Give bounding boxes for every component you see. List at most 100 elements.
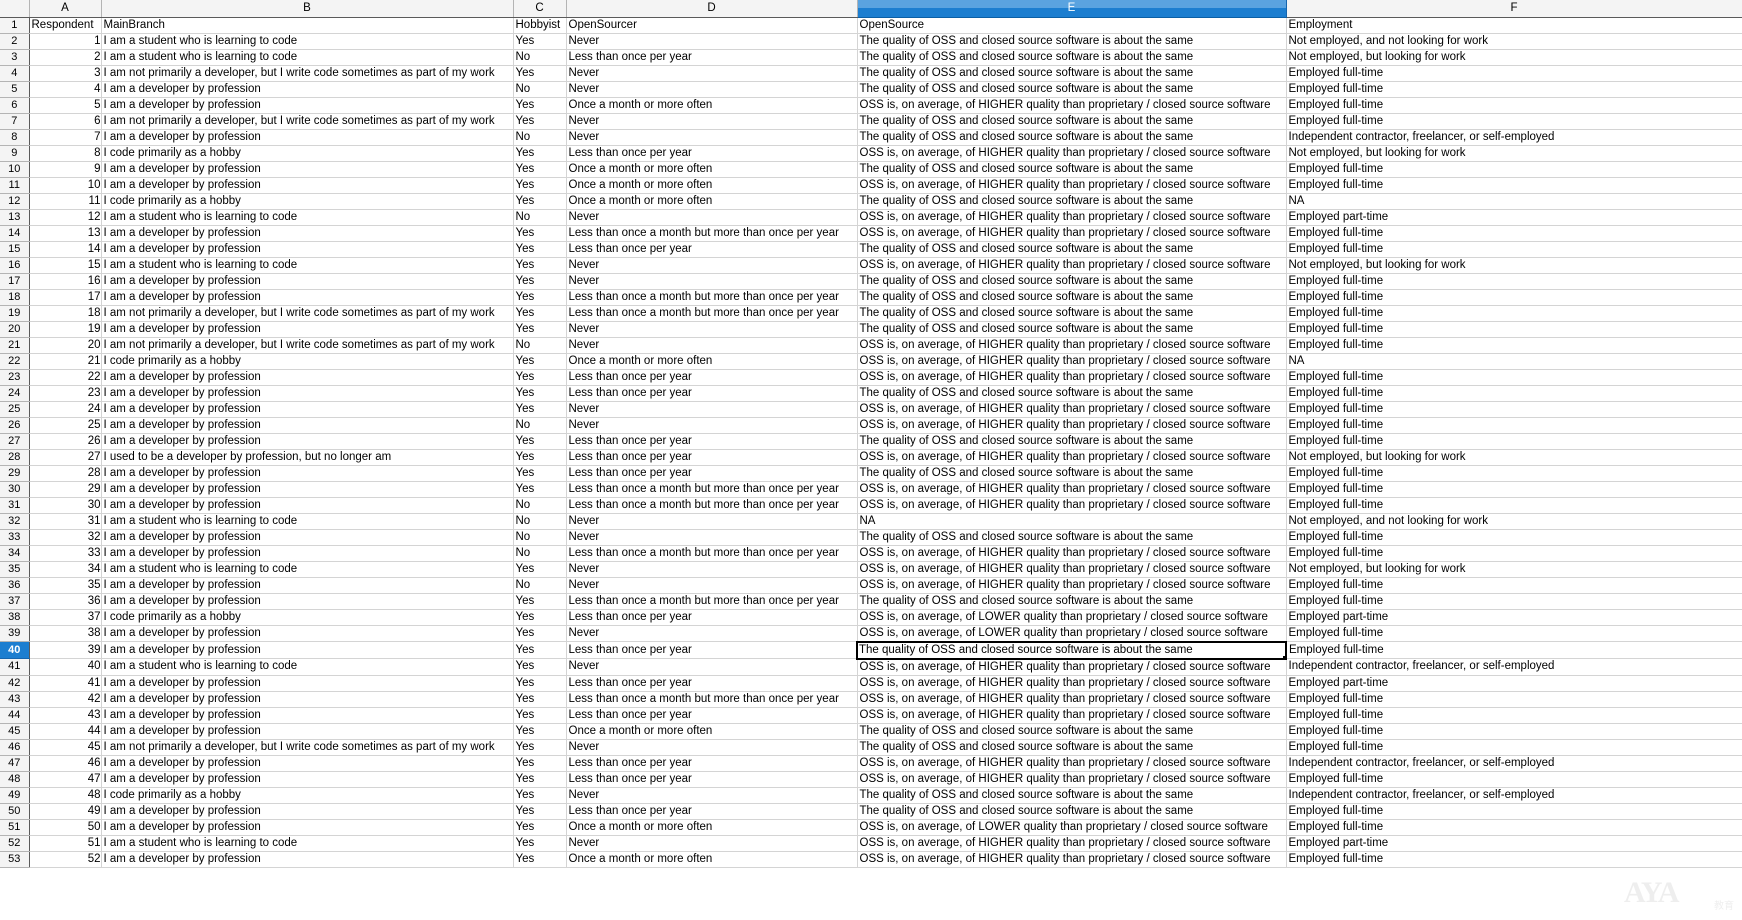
row-header-38[interactable]: 38 [0, 609, 29, 625]
cell-E44[interactable]: OSS is, on average, of HIGHER quality th… [857, 707, 1286, 723]
cell-A49[interactable]: 48 [29, 787, 101, 803]
row-header-32[interactable]: 32 [0, 513, 29, 529]
column-title-cell[interactable]: MainBranch [101, 17, 513, 33]
cell-A19[interactable]: 18 [29, 305, 101, 321]
cell-C15[interactable]: Yes [513, 241, 566, 257]
cell-A26[interactable]: 25 [29, 417, 101, 433]
cell-E12[interactable]: The quality of OSS and closed source sof… [857, 193, 1286, 209]
cell-C42[interactable]: Yes [513, 675, 566, 691]
cell-D33[interactable]: Never [566, 529, 857, 545]
row-header-35[interactable]: 35 [0, 561, 29, 577]
cell-F17[interactable]: Employed full-time [1286, 273, 1742, 289]
cell-C39[interactable]: Yes [513, 625, 566, 642]
cell-E33[interactable]: The quality of OSS and closed source sof… [857, 529, 1286, 545]
cell-A8[interactable]: 7 [29, 129, 101, 145]
cell-D31[interactable]: Less than once a month but more than onc… [566, 497, 857, 513]
row-header-20[interactable]: 20 [0, 321, 29, 337]
cell-F46[interactable]: Employed full-time [1286, 739, 1742, 755]
cell-B39[interactable]: I am a developer by profession [101, 625, 513, 642]
cell-B9[interactable]: I code primarily as a hobby [101, 145, 513, 161]
cell-D42[interactable]: Less than once per year [566, 675, 857, 691]
row-header-8[interactable]: 8 [0, 129, 29, 145]
cell-E39[interactable]: OSS is, on average, of LOWER quality tha… [857, 625, 1286, 642]
cell-D22[interactable]: Once a month or more often [566, 353, 857, 369]
cell-D24[interactable]: Less than once per year [566, 385, 857, 401]
cell-B4[interactable]: I am not primarily a developer, but I wr… [101, 65, 513, 81]
row-header-10[interactable]: 10 [0, 161, 29, 177]
cell-E11[interactable]: OSS is, on average, of HIGHER quality th… [857, 177, 1286, 193]
cell-A44[interactable]: 43 [29, 707, 101, 723]
cell-E6[interactable]: OSS is, on average, of HIGHER quality th… [857, 97, 1286, 113]
cell-E16[interactable]: OSS is, on average, of HIGHER quality th… [857, 257, 1286, 273]
cell-C41[interactable]: Yes [513, 659, 566, 676]
cell-E51[interactable]: OSS is, on average, of LOWER quality tha… [857, 819, 1286, 835]
row-header-15[interactable]: 15 [0, 241, 29, 257]
cell-E20[interactable]: The quality of OSS and closed source sof… [857, 321, 1286, 337]
cell-A31[interactable]: 30 [29, 497, 101, 513]
cell-C52[interactable]: Yes [513, 835, 566, 851]
cell-A35[interactable]: 34 [29, 561, 101, 577]
row-header-12[interactable]: 12 [0, 193, 29, 209]
cell-C21[interactable]: No [513, 337, 566, 353]
cell-B28[interactable]: I used to be a developer by profession, … [101, 449, 513, 465]
cell-D7[interactable]: Never [566, 113, 857, 129]
cell-B11[interactable]: I am a developer by profession [101, 177, 513, 193]
column-title-cell[interactable]: OpenSource [857, 17, 1286, 33]
cell-D10[interactable]: Once a month or more often [566, 161, 857, 177]
row-header-28[interactable]: 28 [0, 449, 29, 465]
cell-B7[interactable]: I am not primarily a developer, but I wr… [101, 113, 513, 129]
cell-D28[interactable]: Less than once per year [566, 449, 857, 465]
cell-F15[interactable]: Employed full-time [1286, 241, 1742, 257]
cell-D36[interactable]: Never [566, 577, 857, 593]
cell-F34[interactable]: Employed full-time [1286, 545, 1742, 561]
cell-D44[interactable]: Less than once per year [566, 707, 857, 723]
cell-A45[interactable]: 44 [29, 723, 101, 739]
cell-F3[interactable]: Not employed, but looking for work [1286, 49, 1742, 65]
cell-F10[interactable]: Employed full-time [1286, 161, 1742, 177]
cell-C45[interactable]: Yes [513, 723, 566, 739]
cell-F39[interactable]: Employed full-time [1286, 625, 1742, 642]
cell-F32[interactable]: Not employed, and not looking for work [1286, 513, 1742, 529]
row-header-29[interactable]: 29 [0, 465, 29, 481]
cell-A43[interactable]: 42 [29, 691, 101, 707]
row-header-43[interactable]: 43 [0, 691, 29, 707]
cell-A12[interactable]: 11 [29, 193, 101, 209]
cell-F24[interactable]: Employed full-time [1286, 385, 1742, 401]
row-header-11[interactable]: 11 [0, 177, 29, 193]
cell-A23[interactable]: 22 [29, 369, 101, 385]
cell-D14[interactable]: Less than once a month but more than onc… [566, 225, 857, 241]
cell-A2[interactable]: 1 [29, 33, 101, 49]
cell-A18[interactable]: 17 [29, 289, 101, 305]
cell-C53[interactable]: Yes [513, 851, 566, 867]
cell-F8[interactable]: Independent contractor, freelancer, or s… [1286, 129, 1742, 145]
cell-E13[interactable]: OSS is, on average, of HIGHER quality th… [857, 209, 1286, 225]
cell-F5[interactable]: Employed full-time [1286, 81, 1742, 97]
cell-C44[interactable]: Yes [513, 707, 566, 723]
cell-B10[interactable]: I am a developer by profession [101, 161, 513, 177]
cell-A24[interactable]: 23 [29, 385, 101, 401]
cell-A9[interactable]: 8 [29, 145, 101, 161]
cell-C49[interactable]: Yes [513, 787, 566, 803]
cell-F40[interactable]: Employed full-time [1286, 642, 1742, 659]
row-header-42[interactable]: 42 [0, 675, 29, 691]
cell-E30[interactable]: OSS is, on average, of HIGHER quality th… [857, 481, 1286, 497]
row-header-23[interactable]: 23 [0, 369, 29, 385]
cell-B32[interactable]: I am a student who is learning to code [101, 513, 513, 529]
cell-C9[interactable]: Yes [513, 145, 566, 161]
cell-B17[interactable]: I am a developer by profession [101, 273, 513, 289]
cell-C26[interactable]: No [513, 417, 566, 433]
cell-C29[interactable]: Yes [513, 465, 566, 481]
cell-C16[interactable]: Yes [513, 257, 566, 273]
cell-E47[interactable]: OSS is, on average, of HIGHER quality th… [857, 755, 1286, 771]
cell-D17[interactable]: Never [566, 273, 857, 289]
cell-F42[interactable]: Employed part-time [1286, 675, 1742, 691]
cell-B43[interactable]: I am a developer by profession [101, 691, 513, 707]
row-header-17[interactable]: 17 [0, 273, 29, 289]
row-header-41[interactable]: 41 [0, 659, 29, 676]
column-title-cell[interactable]: Hobbyist [513, 17, 566, 33]
cell-A27[interactable]: 26 [29, 433, 101, 449]
cell-B5[interactable]: I am a developer by profession [101, 81, 513, 97]
cell-B52[interactable]: I am a student who is learning to code [101, 835, 513, 851]
cell-C28[interactable]: Yes [513, 449, 566, 465]
cell-C22[interactable]: Yes [513, 353, 566, 369]
